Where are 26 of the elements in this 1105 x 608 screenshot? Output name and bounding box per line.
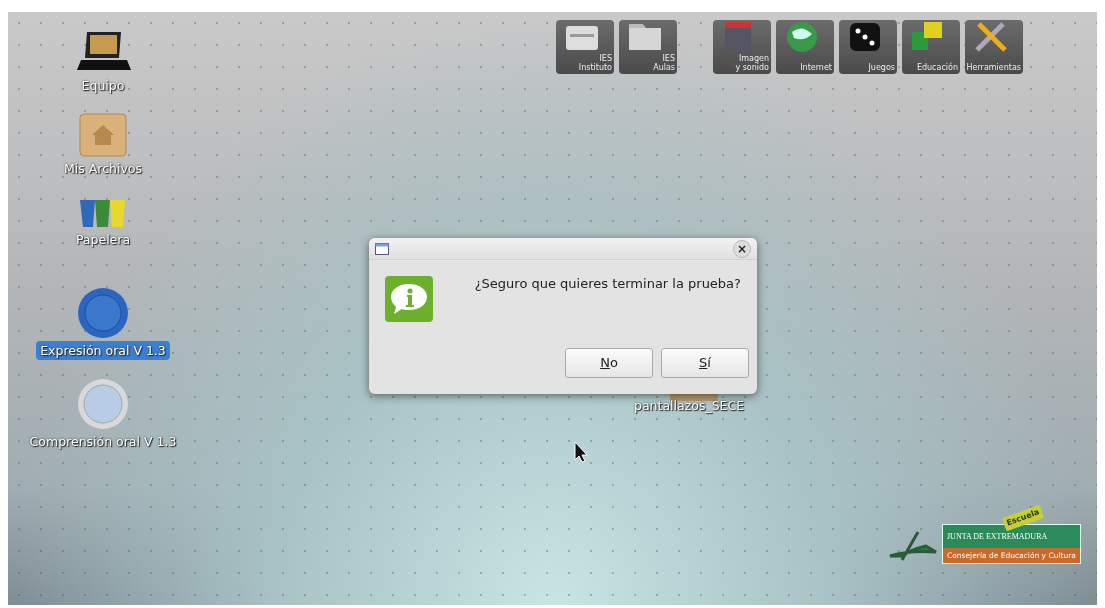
tile-label: Juegos [868,63,895,72]
tile-label: Imagen y sonido [735,54,769,72]
launcher-tile[interactable]: Imagen y sonido [713,20,771,74]
logo-title: JUNTA DE EXTREMADURA [946,531,1049,543]
tile-label: Herramientas [966,63,1021,72]
info-icon [385,276,433,322]
tile-label: Educación [916,63,958,72]
yes-button[interactable]: Sí [661,348,749,378]
launcher-tile[interactable]: Educación [902,20,960,74]
window-icon [375,242,389,255]
tile-label: IES Instituto [578,54,612,72]
disc-icon [77,378,129,430]
house-folder-icon [79,113,127,157]
mouse-cursor-icon [574,441,588,463]
launcher-tile[interactable]: Juegos [839,20,897,74]
launcher-tile[interactable]: IES Instituto [556,20,614,74]
tile-label: IES Aulas [653,54,675,72]
icon-label[interactable]: Expresión oral V 1.3 [36,341,170,360]
launcher-tile[interactable]: Herramientas [965,20,1023,74]
launcher-tile[interactable]: Internet [776,20,834,74]
close-button[interactable]: × [733,239,751,258]
tile-label: Internet [800,63,832,72]
launcher-tile[interactable]: IES Aulas [619,20,677,74]
disc-icon [77,287,129,339]
dialog-message: ¿Seguro que quieres terminar la prueba? [474,275,741,293]
no-button[interactable]: No [565,348,653,378]
